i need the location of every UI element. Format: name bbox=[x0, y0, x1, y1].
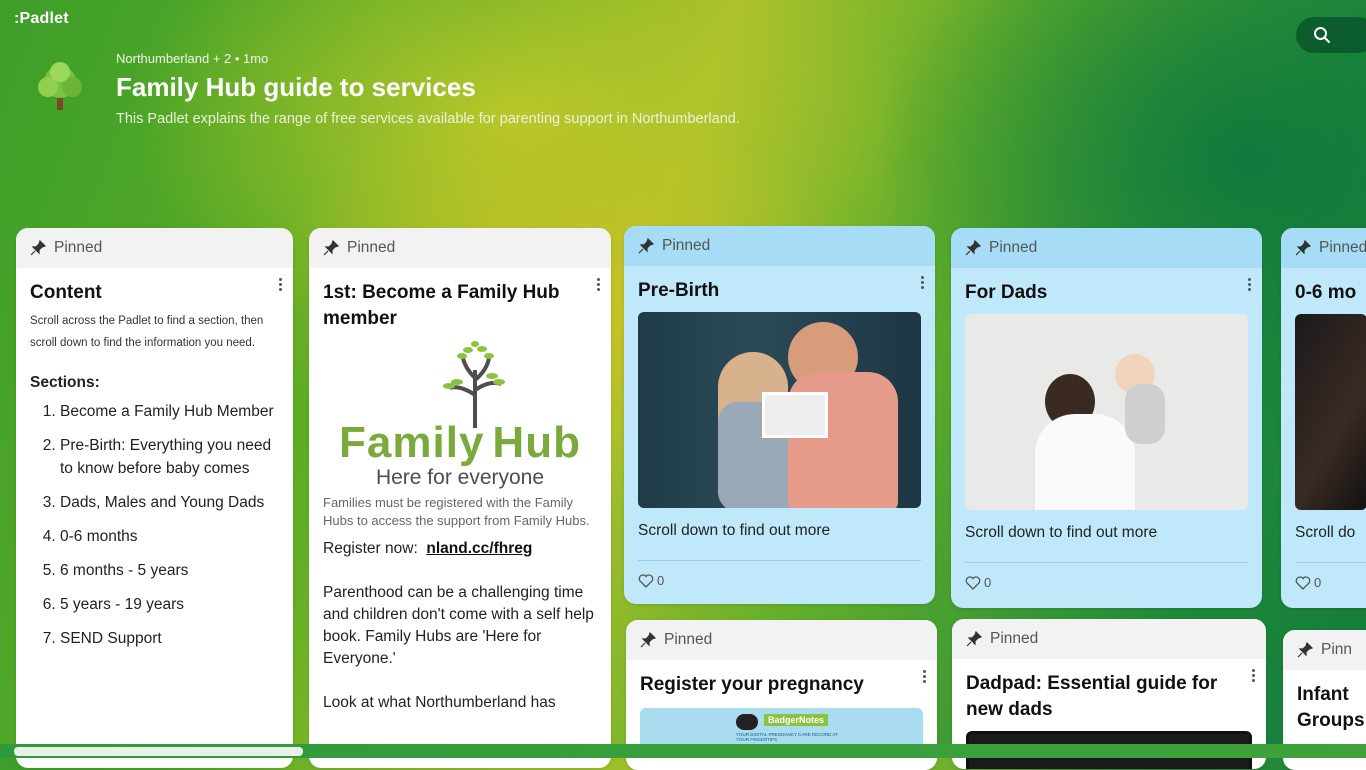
pinned-header: Pinned bbox=[952, 619, 1266, 659]
like-button[interactable]: 0 bbox=[624, 561, 935, 600]
card-title: Pre-Birth bbox=[638, 280, 720, 301]
prebirth-card[interactable]: Pinned Pre-Birth Scroll down to find out… bbox=[624, 226, 935, 604]
card-title: 0-6 mo bbox=[1295, 282, 1357, 303]
pinned-label: Pinned bbox=[54, 239, 103, 256]
sections-list: Become a Family Hub Member Pre-Birth: Ev… bbox=[30, 400, 279, 650]
pin-icon bbox=[966, 631, 982, 647]
heart-icon bbox=[638, 573, 654, 588]
post-meta: Northumberland + 2 • 1mo bbox=[116, 51, 269, 66]
pinned-label: Pinn bbox=[1321, 641, 1353, 658]
register-line: Register now: nland.cc/fhreg bbox=[323, 538, 597, 560]
like-button[interactable]: 0 bbox=[1281, 563, 1366, 602]
more-dots-icon[interactable] bbox=[279, 276, 283, 293]
search-button[interactable] bbox=[1296, 17, 1366, 53]
tree-avatar-icon bbox=[38, 62, 82, 110]
padlet-logo[interactable]: :Padlet bbox=[14, 10, 69, 28]
pinned-label: Pinned bbox=[990, 630, 1039, 647]
pin-icon bbox=[1297, 642, 1313, 658]
list-item: 6 months - 5 years bbox=[60, 559, 279, 582]
page-description: This Padlet explains the range of free s… bbox=[116, 111, 740, 127]
card-paragraph-2: Look at what Northumberland has bbox=[323, 694, 556, 711]
pinned-header: Pinn bbox=[1283, 630, 1366, 670]
card-intro: Scroll across the Padlet to find a secti… bbox=[30, 315, 264, 349]
dad-baby-photo bbox=[965, 314, 1248, 510]
card-caption: Scroll down to find out more bbox=[638, 522, 831, 539]
pinned-header: Pinned bbox=[309, 228, 611, 268]
dads-card[interactable]: Pinned For Dads Scroll down to find out … bbox=[951, 228, 1262, 608]
register-prefix: Register now: bbox=[323, 540, 418, 557]
zero-six-months-card[interactable]: Pinned 0-6 mo Scroll do 0 bbox=[1281, 228, 1366, 608]
card-caption: Scroll down to find out more bbox=[965, 524, 1158, 541]
pin-icon bbox=[323, 240, 339, 256]
pin-icon bbox=[638, 238, 654, 254]
pinned-header: Pinned bbox=[16, 228, 293, 268]
card-title: Dadpad: Essential guide for new dads bbox=[966, 673, 1218, 720]
pinned-label: Pinned bbox=[662, 237, 711, 254]
card-paragraph: Parenthood can be a challenging time and… bbox=[323, 584, 594, 667]
member-card[interactable]: Pinned 1st: Become a Family Hub member F… bbox=[309, 228, 611, 768]
pin-icon bbox=[30, 240, 46, 256]
logo-tagline: Here for everyone bbox=[375, 466, 545, 489]
list-item: 5 years - 19 years bbox=[60, 593, 279, 616]
register-link[interactable]: nland.cc/fhreg bbox=[426, 540, 532, 557]
card-title: 1st: Become a Family Hub member bbox=[323, 282, 560, 329]
page-title: Family Hub guide to services bbox=[116, 72, 476, 102]
pin-icon bbox=[640, 632, 656, 648]
heart-icon bbox=[965, 575, 981, 590]
card-title: For Dads bbox=[965, 282, 1048, 303]
list-item: Pre-Birth: Everything you need to know b… bbox=[60, 434, 279, 480]
heart-icon bbox=[1295, 575, 1311, 590]
card-title: Register your pregnancy bbox=[640, 674, 864, 695]
like-count: 0 bbox=[1314, 575, 1322, 590]
pin-icon bbox=[1295, 240, 1311, 256]
horizontal-scrollbar[interactable] bbox=[14, 747, 303, 756]
list-item: Become a Family Hub Member bbox=[60, 400, 279, 423]
like-button[interactable]: 0 bbox=[951, 563, 1262, 602]
pinned-header: Pinned bbox=[624, 226, 935, 266]
logo-word-left: Family bbox=[339, 418, 485, 467]
badge-label: BadgerNotes bbox=[764, 714, 829, 726]
list-item: SEND Support bbox=[60, 627, 279, 650]
family-hub-logo: Family Hub Here for everyone bbox=[317, 338, 603, 489]
pinned-label: Pinned bbox=[347, 239, 396, 256]
more-dots-icon[interactable] bbox=[597, 276, 601, 293]
pinned-label: Pinned bbox=[989, 239, 1038, 256]
tree-logo-icon bbox=[443, 341, 505, 428]
list-item: Dads, Males and Young Dads bbox=[60, 491, 279, 514]
more-dots-icon[interactable] bbox=[1248, 276, 1252, 293]
like-count: 0 bbox=[984, 575, 992, 590]
sections-heading: Sections: bbox=[30, 374, 100, 391]
card-title: Content bbox=[30, 282, 102, 303]
pinned-header: Pinned bbox=[1281, 228, 1366, 268]
register-note: Families must be registered with the Fam… bbox=[323, 495, 590, 528]
content-card[interactable]: Pinned Content Scroll across the Padlet … bbox=[16, 228, 293, 768]
pinned-header: Pinned bbox=[626, 620, 937, 660]
more-dots-icon[interactable] bbox=[923, 668, 927, 685]
logo-word-right: Hub bbox=[492, 418, 581, 467]
card-title: Infant Groups bbox=[1297, 684, 1365, 731]
card-photo bbox=[1295, 314, 1366, 510]
pinned-label: Pinned bbox=[664, 631, 713, 648]
pin-icon bbox=[965, 240, 981, 256]
more-dots-icon[interactable] bbox=[921, 274, 925, 291]
pinned-header: Pinned bbox=[951, 228, 1262, 268]
card-caption: Scroll do bbox=[1295, 524, 1356, 541]
more-dots-icon[interactable] bbox=[1252, 667, 1256, 684]
badge-subtitle: YOUR DIGITAL PREGNANCY CARE RECORD AT YO… bbox=[736, 732, 838, 742]
couple-photo bbox=[638, 312, 921, 508]
search-icon bbox=[1314, 27, 1330, 43]
like-count: 0 bbox=[657, 573, 665, 588]
list-item: 0-6 months bbox=[60, 525, 279, 548]
pinned-label: Pinned bbox=[1319, 239, 1366, 256]
